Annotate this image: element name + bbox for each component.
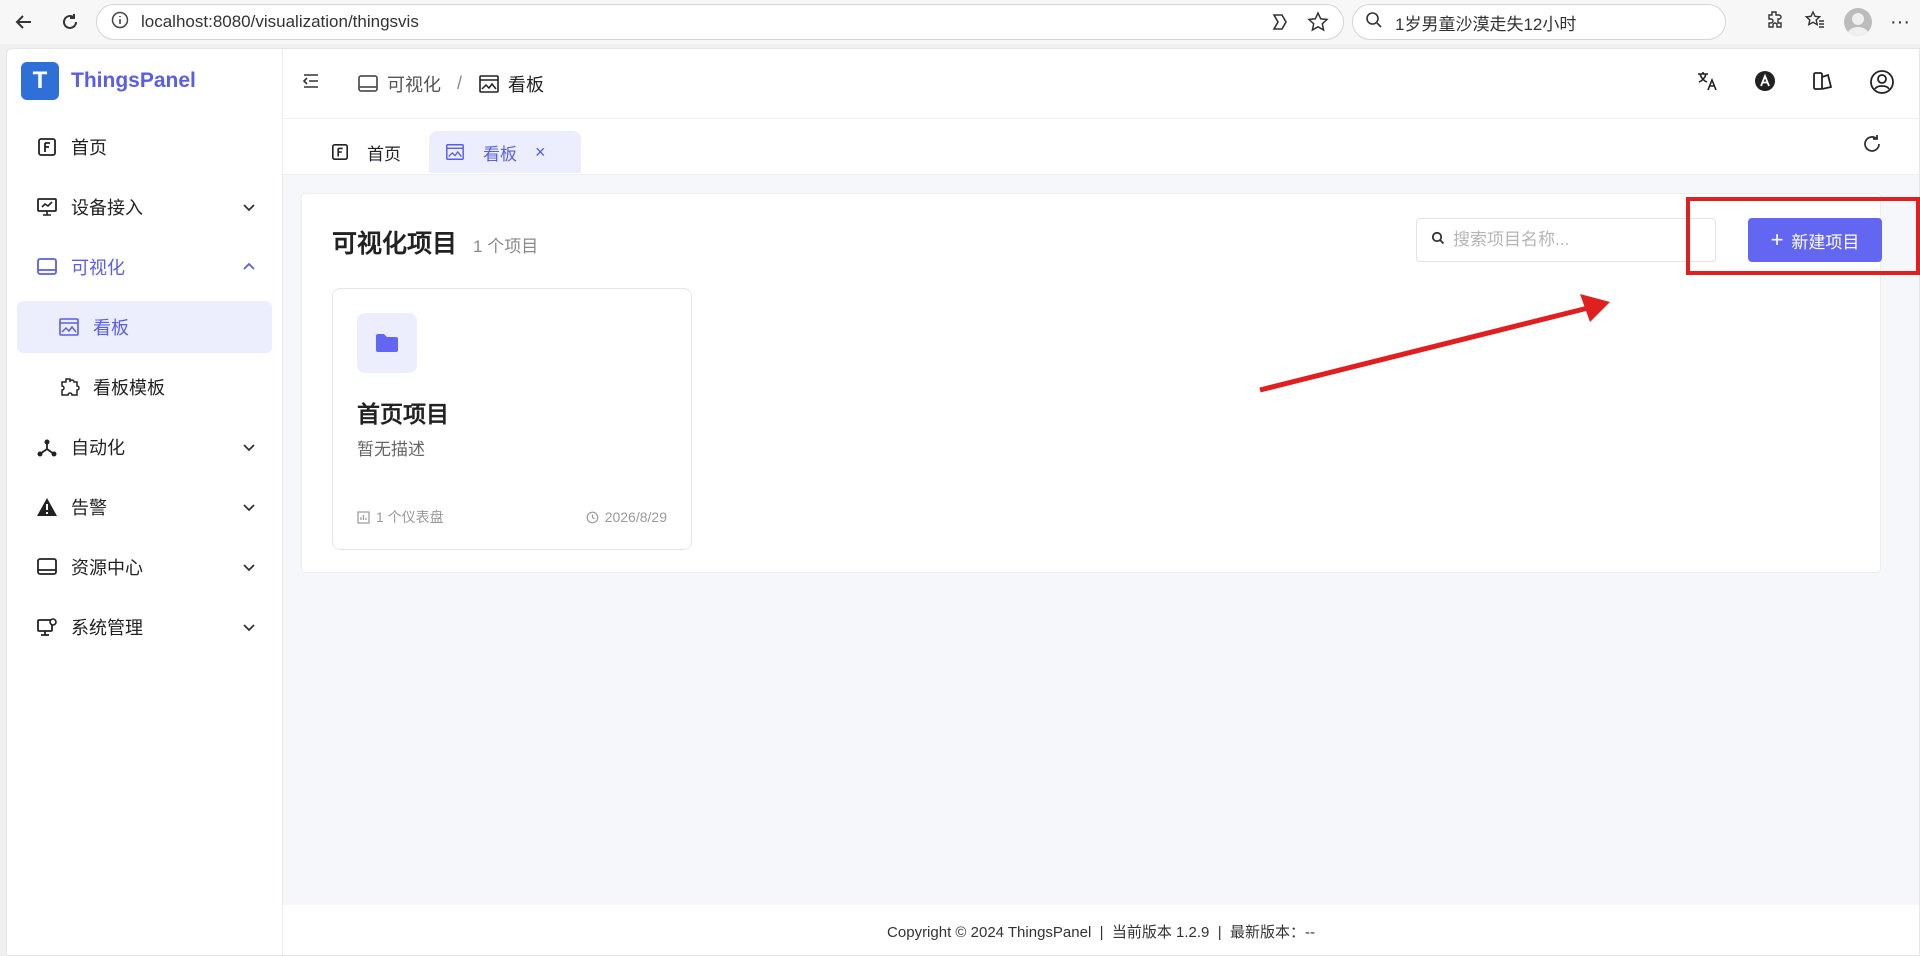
sidebar-item-label: 资源中心 xyxy=(71,558,143,578)
picture-board-icon xyxy=(479,74,499,93)
sidebar-item-device-access[interactable]: 设备接入 xyxy=(17,181,272,233)
breadcrumb-separator: / xyxy=(457,73,463,93)
browser-toolbar: localhost:8080/visualization/thingsvis 1… xyxy=(0,0,1920,44)
theme-a-icon[interactable] xyxy=(1753,69,1777,100)
sidebar-item-home[interactable]: 首页 xyxy=(17,121,272,173)
back-icon[interactable] xyxy=(6,4,42,40)
close-icon[interactable]: × xyxy=(535,142,546,163)
main-content: 可视化 / 看板 首页 看板 × 可视化项目 1 个项目 搜索项目名称... +… xyxy=(283,49,1919,955)
panel-header: 可视化项目 1 个项目 xyxy=(332,224,538,260)
chevron-down-icon xyxy=(243,204,255,212)
chevron-down-icon xyxy=(243,624,255,632)
project-count: 1 个项目 xyxy=(473,237,539,256)
folder-icon xyxy=(357,313,417,373)
chevron-up-icon xyxy=(243,262,255,270)
breadcrumb: 可视化 / 看板 xyxy=(357,71,544,97)
url-text[interactable]: localhost:8080/visualization/thingsvis xyxy=(141,12,419,32)
breadcrumb-parent-label[interactable]: 可视化 xyxy=(387,71,441,97)
sidebar-item-system-management[interactable]: 系统管理 xyxy=(17,601,272,653)
sidebar-item-label: 看板 xyxy=(93,318,129,338)
screen-icon xyxy=(358,74,378,92)
reload-icon[interactable] xyxy=(52,4,88,40)
home-icon xyxy=(331,143,349,161)
sidebar-item-automation[interactable]: 自动化 xyxy=(17,421,272,473)
copilot-icon[interactable] xyxy=(1269,11,1291,38)
project-description: 暂无描述 xyxy=(357,440,425,459)
annotation-arrow xyxy=(1259,294,1610,393)
sidebar-item-alarm[interactable]: 告警 xyxy=(17,481,272,533)
sidebar-menu: 首页 设备接入 可视化 看板 看板模板 自动化 告警 资源中心 系统管理 xyxy=(7,121,282,653)
tab-board[interactable]: 看板 × xyxy=(429,131,581,173)
translate-icon[interactable] xyxy=(1695,69,1719,100)
clock-icon xyxy=(586,511,599,523)
page-title: 可视化项目 xyxy=(332,230,458,258)
breadcrumb-current-label: 看板 xyxy=(508,74,545,95)
tab-home[interactable]: 首页 xyxy=(313,131,419,173)
project-meta: 1 个仪表盘 2026/8/29 xyxy=(357,507,667,527)
project-search-input[interactable] xyxy=(1416,218,1716,262)
logo[interactable]: T ThingsPanel xyxy=(7,49,282,113)
tab-bar: 首页 看板 × xyxy=(283,119,1919,175)
refresh-icon[interactable] xyxy=(1861,133,1883,160)
collapse-menu-icon[interactable] xyxy=(301,71,321,96)
dashboard-count: 1 个仪表盘 xyxy=(376,509,444,525)
favorites-icon[interactable] xyxy=(1804,9,1826,36)
sidebar-item-label: 可视化 xyxy=(71,258,125,278)
sidebar-item-label: 看板模板 xyxy=(93,378,165,398)
sidebar: T ThingsPanel 首页 设备接入 可视化 看板 看板模板 自动化 告警… xyxy=(7,49,283,955)
chevron-down-icon xyxy=(243,444,255,452)
screen-icon xyxy=(35,555,59,579)
browser-search-box[interactable]: 1岁男童沙漠走失12小时 xyxy=(1352,4,1726,40)
brand-name: ThingsPanel xyxy=(71,69,196,92)
profile-avatar[interactable] xyxy=(1844,8,1873,36)
layout-theme-icon[interactable] xyxy=(1811,69,1835,100)
project-date: 2026/8/29 xyxy=(604,509,667,525)
monitor-settings-icon xyxy=(35,615,59,639)
home-icon xyxy=(35,135,59,159)
info-icon[interactable] xyxy=(111,11,129,34)
sidebar-item-label: 告警 xyxy=(71,498,107,518)
app-window: T ThingsPanel 首页 设备接入 可视化 看板 看板模板 自动化 告警… xyxy=(6,48,1920,956)
picture-board-icon xyxy=(57,315,81,339)
sidebar-item-visualization[interactable]: 可视化 xyxy=(17,241,272,293)
search-icon xyxy=(1365,11,1383,34)
breadcrumb-parent[interactable]: 可视化 xyxy=(357,71,441,97)
monitor-chart-icon xyxy=(35,195,59,219)
automation-icon xyxy=(35,435,59,459)
warning-icon xyxy=(35,495,59,519)
browser-search-text[interactable]: 1岁男童沙漠走失12小时 xyxy=(1395,10,1576,35)
user-avatar-icon[interactable] xyxy=(1869,69,1895,100)
sidebar-item-label: 设备接入 xyxy=(71,198,143,218)
project-title: 首页项目 xyxy=(357,401,449,427)
extensions-icon[interactable] xyxy=(1764,9,1786,36)
annotation-highlight-box xyxy=(1686,197,1920,275)
search-field[interactable] xyxy=(1453,230,1693,250)
footer: Copyright © 2024 ThingsPanel | 当前版本 1.2.… xyxy=(283,905,1919,955)
project-card[interactable]: 首页项目 暂无描述 1 个仪表盘 2026/8/29 xyxy=(332,288,692,550)
address-bar[interactable]: localhost:8080/visualization/thingsvis xyxy=(96,4,1344,40)
favorite-star-icon[interactable] xyxy=(1307,11,1329,38)
projects-panel: 可视化项目 1 个项目 + 新建项目 首页项目 暂无描述 xyxy=(301,193,1882,573)
tab-label: 首页 xyxy=(367,144,401,164)
puzzle-icon xyxy=(57,375,81,399)
breadcrumb-current: 看板 xyxy=(478,71,544,97)
sidebar-item-label: 系统管理 xyxy=(71,618,143,638)
dashboard-icon xyxy=(357,510,370,524)
header-actions xyxy=(1695,69,1895,100)
sidebar-item-board-template[interactable]: 看板模板 xyxy=(17,361,272,413)
logo-mark: T xyxy=(21,62,59,100)
top-header: 可视化 / 看板 xyxy=(283,49,1919,119)
sidebar-item-label: 首页 xyxy=(71,138,107,158)
screen-icon xyxy=(35,255,59,279)
search-icon xyxy=(1431,231,1445,250)
sidebar-item-resource-center[interactable]: 资源中心 xyxy=(17,541,272,593)
tab-label: 看板 xyxy=(483,144,517,164)
picture-board-icon xyxy=(445,142,465,162)
sidebar-item-label: 自动化 xyxy=(71,438,125,458)
more-icon[interactable]: ··· xyxy=(1890,11,1910,34)
footer-text: Copyright © 2024 ThingsPanel | 当前版本 1.2.… xyxy=(887,923,1315,941)
sidebar-item-board[interactable]: 看板 xyxy=(17,301,272,353)
chevron-down-icon xyxy=(243,504,255,512)
chevron-down-icon xyxy=(243,564,255,572)
